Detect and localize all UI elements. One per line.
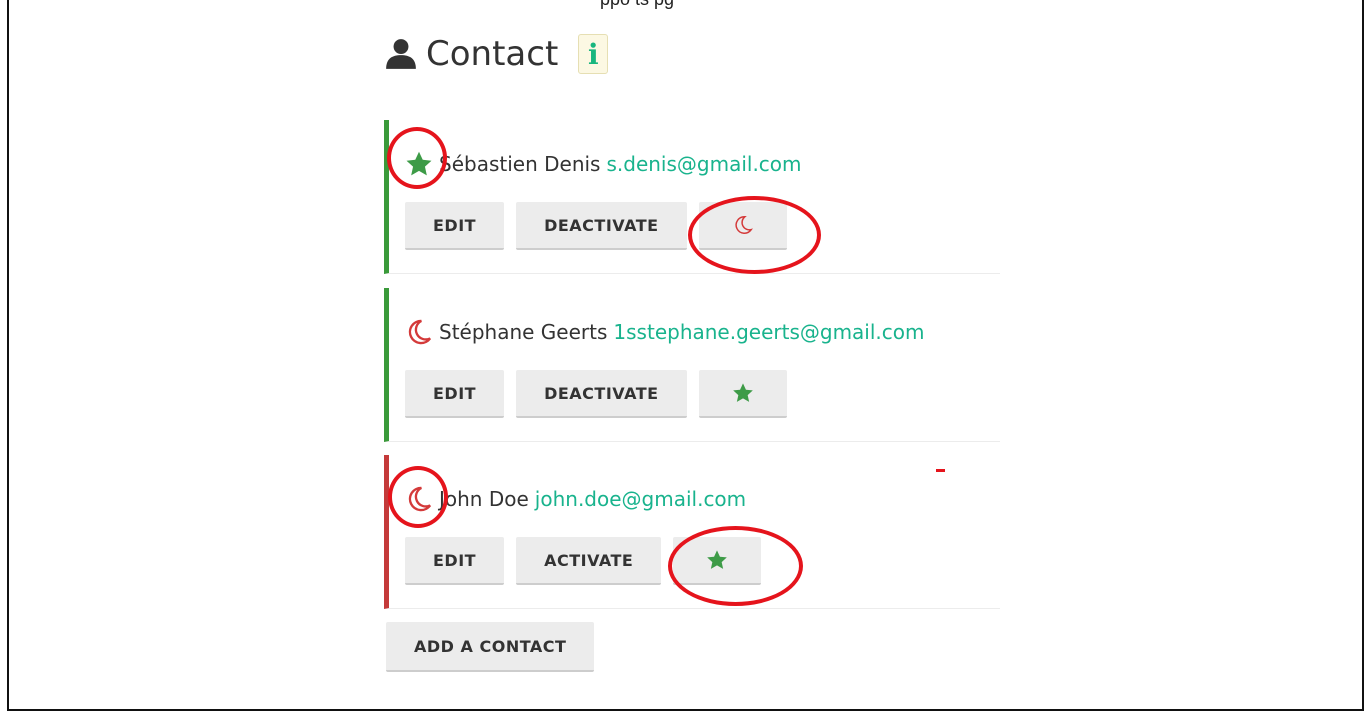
contact-card: John Doe john.doe@gmail.com EDIT ACTIVAT… <box>384 455 1000 609</box>
contact-email-link[interactable]: john.doe@gmail.com <box>535 487 746 511</box>
set-active-button[interactable] <box>698 370 787 418</box>
info-icon[interactable]: i <box>578 34 609 74</box>
contact-name: John Doe <box>439 487 529 511</box>
moon-icon <box>405 317 439 347</box>
user-icon <box>386 39 416 69</box>
contact-email-link[interactable]: s.denis@gmail.com <box>606 152 801 176</box>
contact-actions: EDIT DEACTIVATE <box>405 202 787 250</box>
contact-line: Stéphane Geerts 1sstephane.geerts@gmail.… <box>407 317 925 347</box>
contact-actions: EDIT DEACTIVATE <box>405 370 787 418</box>
contact-name: Stéphane Geerts <box>439 320 608 344</box>
contact-actions: EDIT ACTIVATE <box>405 537 762 585</box>
contact-line: Sébastien Denis s.denis@gmail.com <box>405 149 802 179</box>
deactivate-button[interactable]: DEACTIVATE <box>516 202 687 250</box>
star-icon <box>405 149 439 179</box>
contact-card: Stéphane Geerts 1sstephane.geerts@gmail.… <box>384 288 1000 442</box>
star-icon <box>732 383 753 402</box>
set-active-button[interactable] <box>673 537 762 585</box>
edit-button[interactable]: EDIT <box>405 202 505 250</box>
edit-button[interactable]: EDIT <box>405 537 505 585</box>
page-title: Contact i <box>384 30 609 78</box>
deactivate-button[interactable]: DEACTIVATE <box>516 370 687 418</box>
edit-button[interactable]: EDIT <box>405 370 505 418</box>
page-title-text: Contact <box>426 34 559 74</box>
contact-name: Sébastien Denis <box>439 152 601 176</box>
moon-icon <box>405 484 439 514</box>
annotation-mark <box>936 469 945 472</box>
moon-icon <box>734 216 753 234</box>
contact-line: John Doe john.doe@gmail.com <box>407 484 746 514</box>
clipped-top-text: ppo ts pg <box>600 0 674 9</box>
add-contact-button[interactable]: ADD A CONTACT <box>386 622 595 672</box>
contact-card: Sébastien Denis s.denis@gmail.com EDIT D… <box>384 120 1000 274</box>
contact-email-link[interactable]: 1sstephane.geerts@gmail.com <box>613 320 924 344</box>
set-inactive-button[interactable] <box>698 202 787 250</box>
star-icon <box>707 550 728 569</box>
activate-button[interactable]: ACTIVATE <box>516 537 662 585</box>
